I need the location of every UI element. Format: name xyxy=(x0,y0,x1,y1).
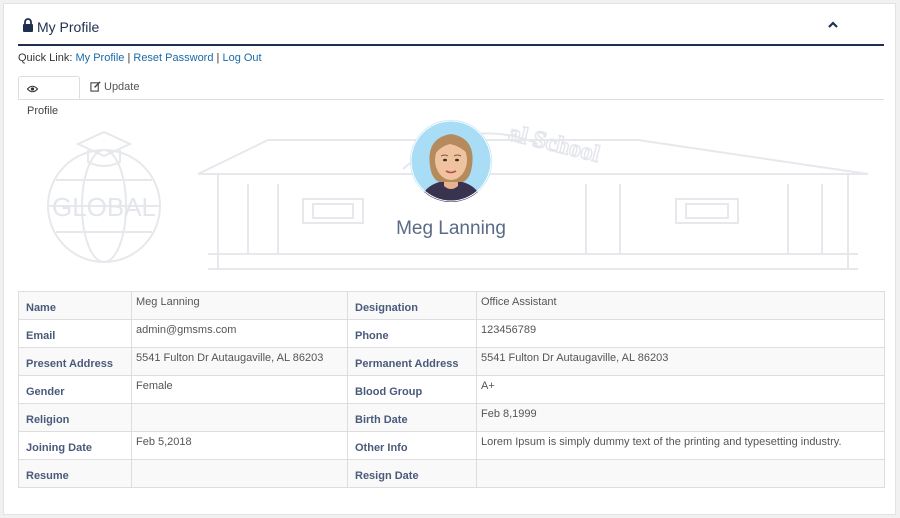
field-value: Female xyxy=(131,375,348,404)
panel-header: My Profile xyxy=(18,12,884,46)
field-label: Gender xyxy=(18,375,132,404)
field-label: Resign Date xyxy=(347,459,477,488)
table-row: Gender Female Blood Group A+ xyxy=(18,375,885,404)
table-row: Religion Birth Date Feb 8,1999 xyxy=(18,403,885,432)
link-separator: | xyxy=(216,52,220,64)
field-label: Present Address xyxy=(18,347,132,376)
profile-info-table: Name Meg Lanning Designation Office Assista… xyxy=(18,291,885,488)
link-separator: | xyxy=(127,52,131,64)
field-value: 5541 Fulton Dr Autaugaville, AL 86203 xyxy=(131,347,348,376)
watermark-logo-text: GLOBAL xyxy=(52,192,156,222)
table-row: Email admin@gmsms.com Phone 123456789 xyxy=(18,319,885,348)
field-value: admin@gmsms.com xyxy=(131,319,348,348)
field-label: Birth Date xyxy=(347,403,477,432)
table-row: Present Address 5541 Fulton Dr Autaugavil… xyxy=(18,347,885,376)
field-value xyxy=(131,403,348,432)
field-value: A+ xyxy=(476,375,885,404)
field-value: Feb 5,2018 xyxy=(131,431,348,460)
tab-update-label: Update xyxy=(104,81,140,93)
link-reset-password[interactable]: Reset Password xyxy=(133,52,213,64)
field-label: Name xyxy=(18,291,132,320)
lock-icon xyxy=(23,18,33,32)
table-row: Name Meg Lanning Designation Office Assista… xyxy=(18,291,885,320)
watermark-school-text: al School xyxy=(506,120,603,168)
profile-panel: My Profile Quick Link: My Profile | Rese… xyxy=(3,3,896,515)
field-value: 123456789 xyxy=(476,319,885,348)
link-my-profile[interactable]: My Profile xyxy=(75,52,124,64)
field-value xyxy=(476,459,885,488)
field-label: Blood Group xyxy=(347,375,477,404)
eye-icon xyxy=(26,85,39,93)
edit-icon xyxy=(90,81,101,92)
field-value: Feb 8,1999 xyxy=(476,403,885,432)
field-value xyxy=(131,459,348,488)
field-value: Office Assistant xyxy=(476,291,885,320)
field-label: Resume xyxy=(18,459,132,488)
field-value: 5541 Fulton Dr Autaugaville, AL 86203 xyxy=(476,347,885,376)
field-value: Lorem Ipsum is simply dummy text of the … xyxy=(476,431,885,460)
field-label: Permanent Address xyxy=(347,347,477,376)
tab-update[interactable]: Update xyxy=(82,76,147,99)
field-label: Phone xyxy=(347,319,477,348)
table-row: Resume Resign Date xyxy=(18,459,885,488)
field-label: Designation xyxy=(347,291,477,320)
field-value: Meg Lanning xyxy=(131,291,348,320)
profile-name: Meg Lanning xyxy=(396,218,506,239)
quick-link-label: Quick Link: xyxy=(18,52,73,64)
profile-tabs: Profile Update xyxy=(18,74,884,117)
field-label: Email xyxy=(18,319,132,348)
field-label: Religion xyxy=(18,403,132,432)
field-label: Joining Date xyxy=(18,431,132,460)
quick-links: Quick Link: My Profile | Reset Password … xyxy=(18,52,262,64)
tab-profile[interactable]: Profile xyxy=(18,76,80,117)
field-label: Other Info xyxy=(347,431,477,460)
avatar xyxy=(410,120,492,202)
page-title: My Profile xyxy=(37,19,100,35)
table-row: Joining Date Feb 5,2018 Other Info Lorem Ip… xyxy=(18,431,885,460)
chevron-up-icon[interactable] xyxy=(826,18,840,32)
link-log-out[interactable]: Log Out xyxy=(222,52,261,64)
